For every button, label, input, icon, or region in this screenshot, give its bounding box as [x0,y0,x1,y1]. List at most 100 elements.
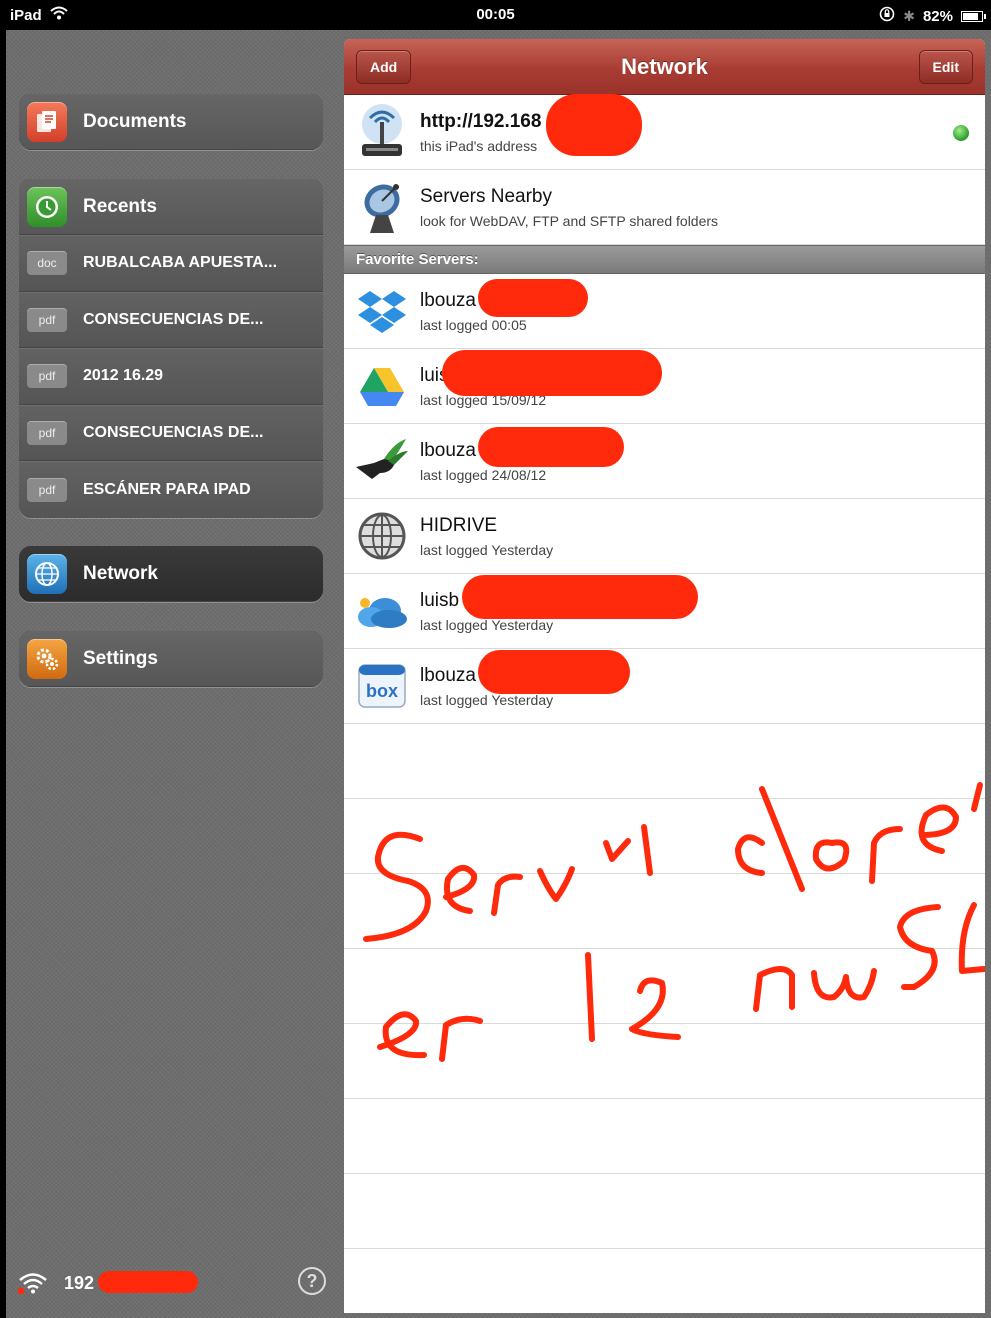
empty-row [344,799,985,874]
recent-item-name: ESCÁNER PARA IPAD [83,480,251,498]
satellite-dish-icon [354,179,410,235]
battery-icon [961,10,986,22]
ipad-address: http://192.168 [420,110,542,132]
main-pane: Add Network Edit http://192.168 this iPa… [344,39,985,1313]
hummingbird-icon [354,433,410,489]
recent-item-name: CONSECUENCIAS DE... [83,423,264,441]
sidebar: Documents Recents doc RUBALCABA APUESTA.… [6,30,340,1318]
servers-nearby-cell[interactable]: Servers Nearby look for WebDAV, FTP and … [344,170,985,245]
sidebar-item-label: Documents [83,110,187,132]
cell-subtitle: last logged 00:05 [420,316,527,333]
cell-text: HIDRIVE last logged Yesterday [420,514,553,559]
redaction-mark [478,649,630,694]
settings-group: Settings [19,631,323,687]
favorite-server-row[interactable]: lbouza last logged 00:05 [344,274,985,349]
server-name: lbouza [420,439,476,461]
cell-text: lbouza last logged 00:05 [420,278,588,334]
network-group: Network [19,546,323,602]
favorite-server-row[interactable]: luis last logged 15/09/12 [344,349,985,424]
recent-item[interactable]: pdf ESCÁNER PARA IPAD [19,461,323,518]
cell-title: http://192.168 [420,93,642,156]
pdf-file-icon: pdf [27,420,67,445]
empty-row [344,949,985,1024]
clock: 00:05 [476,6,515,23]
status-right: ✱ 82% [879,6,986,26]
cell-subtitle: last logged Yesterday [420,541,554,558]
recent-item[interactable]: pdf CONSECUENCIAS DE... [19,404,323,461]
cell-text: lbouza last logged Yesterday [420,649,630,709]
edit-button[interactable]: Edit [918,50,973,84]
empty-row [344,1099,985,1174]
sidebar-item-settings[interactable]: Settings [19,631,323,687]
app-window: Documents Recents doc RUBALCABA APUESTA.… [6,30,991,1318]
recent-item-name: RUBALCABA APUESTA... [83,254,278,272]
documents-group: Documents [19,94,323,150]
favorite-server-row[interactable]: box lbouza last logged Yesterday [344,649,985,724]
box-icon: box [354,658,410,714]
empty-row [344,724,985,799]
online-status-icon [953,125,969,141]
pdf-file-icon: pdf [27,477,67,502]
cell-title: luisb [420,574,698,619]
recent-item[interactable]: pdf 2012 16.29 [19,348,323,405]
doc-file-icon: doc [27,251,67,276]
wifi-icon [16,1272,50,1294]
sidebar-item-label: Settings [83,647,158,669]
sidebar-item-label: Recents [83,195,157,217]
cell-text: lbouza last logged 24/08/12 [420,426,624,484]
redaction-mark [98,1270,198,1293]
gear-icon [27,638,67,679]
documents-icon [27,101,67,142]
wifi-antenna-icon [354,104,410,160]
globe-icon [27,553,67,594]
clock-icon [27,186,67,227]
sidebar-item-network[interactable]: Network [19,546,323,602]
recent-item-name: CONSECUENCIAS DE... [83,310,264,328]
help-button[interactable]: ? [298,1267,326,1295]
redaction-mark [478,278,588,317]
cell-title: lbouza [420,649,630,694]
battery-percent: 82% [922,7,953,25]
pdf-file-icon: pdf [27,307,67,332]
cell-title: lbouza [420,426,624,467]
sidebar-footer: 192 ? [16,1263,326,1303]
empty-row [344,874,985,949]
favorite-server-row[interactable]: HIDRIVE last logged Yesterday [344,499,985,574]
ip-address: 192 [64,1270,198,1294]
orientation-lock-icon [879,6,895,26]
ip-address-text: 192 [64,1272,95,1293]
favorite-server-row[interactable]: luisb last logged Yesterday [344,574,985,649]
sidebar-item-label: Network [83,562,158,584]
ipad-address-cell[interactable]: http://192.168 this iPad's address [344,93,985,170]
svg-text:box: box [366,681,398,701]
cell-subtitle: this iPad's address [420,137,538,154]
cell-title: HIDRIVE [420,514,498,536]
cell-text: luisb last logged Yesterday [420,574,698,634]
cell-text: luis last logged 15/09/12 [420,349,662,409]
status-bar: iPad 00:05 ✱ 82% [0,0,991,30]
server-name: lbouza [420,664,476,686]
pdf-file-icon: pdf [27,364,67,389]
server-name: luisb [420,589,460,611]
empty-row [344,1249,985,1313]
favorite-server-row[interactable]: lbouza last logged 24/08/12 [344,424,985,499]
sidebar-item-recents[interactable]: Recents [19,179,323,235]
recent-item-name: 2012 16.29 [83,367,164,385]
sidebar-item-documents[interactable]: Documents [19,94,323,150]
cell-subtitle: last logged 24/08/12 [420,466,547,483]
page-title: Network [621,54,708,79]
cell-text: Servers Nearby look for WebDAV, FTP and … [420,185,718,230]
recent-item[interactable]: doc RUBALCABA APUESTA... [19,235,323,292]
cell-title: lbouza [420,278,588,317]
cell-text: http://192.168 this iPad's address [420,93,642,156]
server-name: lbouza [420,289,476,311]
globe-icon [354,508,410,564]
empty-row [344,1174,985,1249]
skydrive-cloud-icon [354,583,410,639]
redaction-mark [546,93,642,156]
cell-subtitle: look for WebDAV, FTP and SFTP shared fol… [420,212,719,229]
empty-row [344,1024,985,1099]
recent-item[interactable]: pdf CONSECUENCIAS DE... [19,291,323,348]
dropbox-icon [354,283,410,339]
section-header: Favorite Servers: [344,245,985,274]
